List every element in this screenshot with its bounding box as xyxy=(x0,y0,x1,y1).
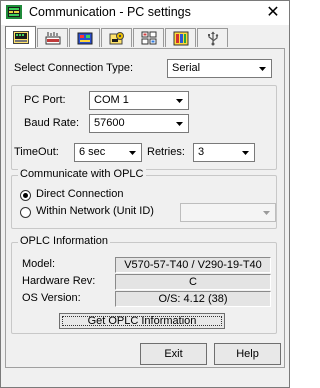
pc-port-value: COM 1 xyxy=(94,94,129,106)
tab-settings[interactable] xyxy=(101,28,132,47)
tab-grid[interactable] xyxy=(133,28,164,47)
os-version-label: OS Version: xyxy=(22,292,81,304)
connection-type-select[interactable]: Serial xyxy=(167,59,272,78)
baud-rate-value: 57600 xyxy=(94,117,125,129)
oplc-information-title: OPLC Information xyxy=(18,235,111,247)
connection-type-label: Select Connection Type: xyxy=(14,62,134,74)
retries-value: 3 xyxy=(198,146,205,158)
communicate-group-title: Communicate with OPLC xyxy=(18,168,146,180)
focus-ring xyxy=(62,316,222,326)
settings-gear-icon xyxy=(109,32,124,45)
retries-label: Retries: xyxy=(147,146,185,158)
tab-usb[interactable] xyxy=(197,28,228,47)
chevron-down-icon xyxy=(176,122,183,126)
oplc-information-group: OPLC Information Model: V570-57-T40 / V2… xyxy=(11,235,277,334)
usb-icon xyxy=(208,31,219,46)
timeout-value: 6 sec xyxy=(79,146,106,158)
tab-network[interactable] xyxy=(37,28,68,47)
connection-type-value: Serial xyxy=(172,62,201,74)
network-device-icon xyxy=(45,32,61,45)
chevron-down-icon xyxy=(242,151,249,155)
keyboard-icon xyxy=(13,31,29,44)
os-version-value: O/S: 4.12 (38) xyxy=(115,291,271,307)
modem-icon xyxy=(77,32,93,45)
tab-panel: Select Connection Type: Serial PC Port: … xyxy=(5,48,285,368)
pc-port-select[interactable]: COM 1 xyxy=(89,91,189,110)
timeout-select[interactable]: 6 sec xyxy=(74,143,142,162)
baud-rate-select[interactable]: 57600 xyxy=(89,114,189,133)
communication-dialog: Communication - PC settings ✕ Select Con… xyxy=(0,0,290,388)
tab-modem[interactable] xyxy=(69,28,100,47)
hardware-rev-value: C xyxy=(115,274,271,290)
chevron-down-icon xyxy=(259,67,266,71)
exit-button[interactable]: Exit xyxy=(140,343,207,365)
title-bar[interactable]: Communication - PC settings ✕ xyxy=(1,1,289,25)
baud-rate-label: Baud Rate: xyxy=(24,117,80,129)
unit-id-select[interactable] xyxy=(180,203,276,222)
app-icon xyxy=(6,5,22,19)
chevron-down-icon xyxy=(263,211,270,215)
direct-connection-label[interactable]: Direct Connection xyxy=(36,188,123,200)
tab-keyboard[interactable] xyxy=(5,26,36,48)
model-label: Model: xyxy=(22,258,56,270)
chevron-down-icon xyxy=(129,151,136,155)
tab-plc-color[interactable] xyxy=(165,28,196,47)
help-button[interactable]: Help xyxy=(214,343,281,365)
timeout-label: TimeOut: xyxy=(14,146,59,158)
pc-port-label: PC Port: xyxy=(24,94,66,106)
close-button[interactable]: ✕ xyxy=(261,2,285,24)
direct-connection-radio[interactable] xyxy=(20,190,31,201)
model-value: V570-57-T40 / V290-19-T40 xyxy=(115,257,271,273)
retries-select[interactable]: 3 xyxy=(193,143,255,162)
get-oplc-information-button[interactable]: Get OPLC Information xyxy=(59,313,225,329)
hardware-rev-label: Hardware Rev: xyxy=(22,275,96,287)
window-title: Communication - PC settings xyxy=(29,5,191,19)
within-network-label[interactable]: Within Network (Unit ID) xyxy=(36,205,154,217)
within-network-radio[interactable] xyxy=(20,207,31,218)
communicate-group: Communicate with OPLC Direct Connection … xyxy=(11,168,277,229)
chevron-down-icon xyxy=(176,99,183,103)
plc-color-icon xyxy=(173,31,189,46)
grid-icon xyxy=(141,31,157,45)
tab-strip xyxy=(5,26,287,48)
